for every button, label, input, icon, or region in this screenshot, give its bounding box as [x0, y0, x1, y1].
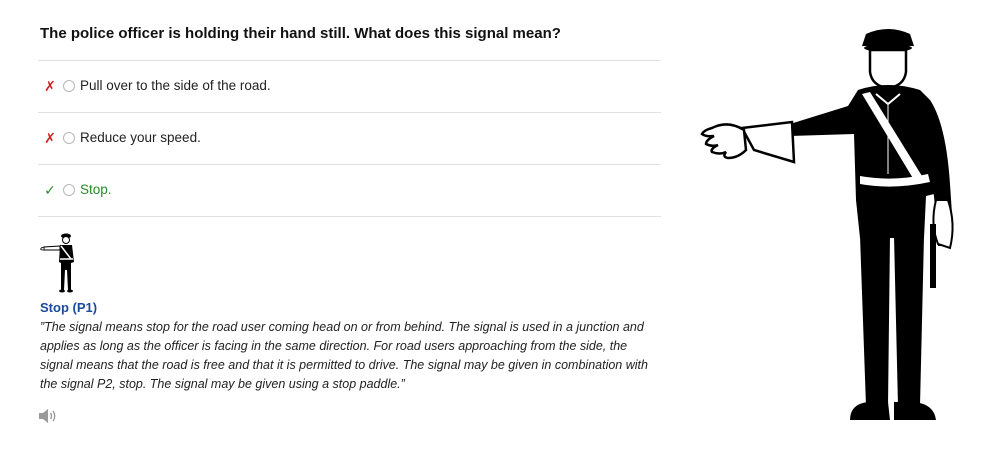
radio-button[interactable] — [63, 132, 75, 144]
cross-icon: ✗ — [44, 78, 56, 94]
answer-option-label[interactable]: Reduce your speed. — [80, 130, 201, 145]
checkmark-icon: ✓ — [44, 182, 56, 198]
answer-options: ✗ Pull over to the side of the road. ✗ R… — [38, 60, 661, 217]
signal-title: Stop (P1) — [40, 300, 98, 315]
radio-button[interactable] — [63, 184, 75, 196]
signal-description: ”The signal means stop for the road user… — [40, 320, 648, 391]
answer-option-label[interactable]: Stop. — [80, 182, 112, 197]
question-text: The police officer is holding their hand… — [40, 25, 561, 42]
answer-option[interactable]: ✗ Pull over to the side of the road. — [38, 60, 661, 112]
radio-button[interactable] — [63, 80, 75, 92]
answer-option[interactable]: ✗ Reduce your speed. — [38, 112, 661, 164]
signal-thumbnail — [40, 233, 74, 293]
answer-option[interactable]: ✓ Stop. — [38, 164, 661, 217]
police-officer-illustration — [700, 29, 954, 420]
answer-option-label[interactable]: Pull over to the side of the road. — [80, 78, 271, 93]
cross-icon: ✗ — [44, 130, 56, 146]
speaker-icon[interactable] — [38, 408, 58, 424]
